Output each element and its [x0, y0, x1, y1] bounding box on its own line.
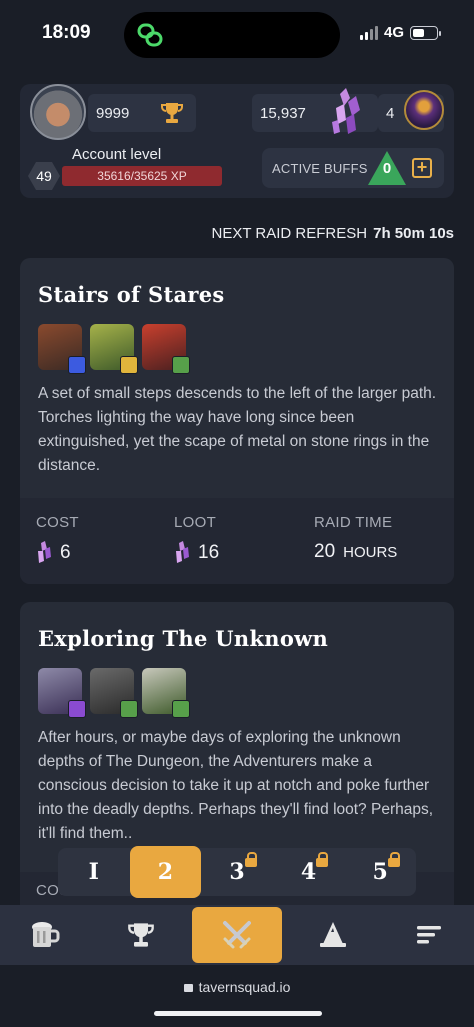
class-badge-icon [68, 356, 86, 374]
cost-value: 6 [60, 542, 71, 563]
network-type: 4G [383, 24, 404, 41]
gem-icon [38, 541, 51, 563]
class-badge-icon [68, 700, 86, 718]
raid-title: Stairs of Stares [38, 282, 225, 307]
raid-description: After hours, or maybe days of exploring … [38, 729, 434, 842]
account-level-label: Account level [72, 146, 162, 163]
nav-tavern[interactable] [0, 905, 90, 965]
raid-time-value: 20 [314, 541, 336, 562]
raid-pagination: I 2 3 4 5 [58, 846, 416, 898]
battery-icon [410, 25, 441, 40]
hero-list [38, 668, 190, 718]
page-number: 2 [157, 859, 174, 885]
beer-mug-icon [32, 922, 60, 947]
trophy-count: 9999 [96, 104, 130, 122]
avatar[interactable] [30, 84, 86, 140]
browser-url-bar: tavernsquad.io [0, 965, 474, 1027]
dynamic-island [124, 12, 340, 58]
hero-portrait [38, 668, 86, 718]
signal-icon [359, 25, 378, 40]
trophy-icon [161, 103, 183, 123]
url-field[interactable]: tavernsquad.io [0, 979, 474, 995]
home-indicator[interactable] [154, 1011, 322, 1016]
page-button-1[interactable]: I [58, 848, 130, 896]
level-number: 49 [36, 168, 52, 184]
raid-cost: COST 6 [36, 514, 79, 565]
page-button-2[interactable]: 2 [129, 846, 202, 898]
level-badge: 49 [28, 162, 60, 190]
url-text: tavernsquad.io [198, 979, 291, 995]
lock-icon [387, 852, 400, 867]
nav-leaderboard[interactable] [96, 905, 186, 965]
raid-loot: LOOT 16 [174, 514, 219, 565]
raid-time-label: RAID TIME [314, 514, 393, 531]
bottom-navigation [0, 905, 474, 965]
class-badge-icon [172, 700, 190, 718]
status-time: 18:09 [42, 22, 91, 43]
cost-label: COST [36, 514, 79, 531]
page-button-5[interactable]: 5 [344, 848, 416, 896]
active-buffs-label: ACTIVE BUFFS [272, 160, 368, 176]
player-header: 9999 15,937 4 Account level 49 35616/356… [20, 84, 454, 198]
orb-counter[interactable]: 4 [378, 90, 444, 132]
page-number: I [88, 859, 99, 885]
loot-value: 16 [198, 542, 220, 563]
trophy-counter[interactable]: 9999 [88, 94, 196, 132]
nav-heroes[interactable] [288, 905, 378, 965]
link-icon [137, 23, 163, 47]
active-buffs-count: 0 [382, 160, 392, 177]
wizard-hat-icon [320, 922, 346, 947]
hero-portrait [90, 668, 138, 718]
raid-time-unit: HOURS [343, 543, 398, 561]
gem-crystal-icon [332, 88, 360, 134]
class-badge-icon [172, 356, 190, 374]
raid-time: RAID TIME 20 HOURS [314, 514, 397, 563]
raid-stats: COST 6 LOOT 16 RAID TIME 20 HOURS [20, 498, 454, 584]
raid-title: Exploring The Unknown [38, 626, 329, 651]
lock-icon [244, 852, 257, 867]
hero-portrait [142, 324, 190, 374]
hero-portrait [90, 324, 138, 374]
orb-count: 4 [386, 104, 395, 122]
hero-portrait [38, 324, 86, 374]
magic-orb-icon [404, 90, 444, 130]
raid-refresh-timer: 7h 50m 10s [373, 225, 454, 242]
menu-icon [417, 926, 441, 944]
raid-refresh-label: NEXT RAID REFRESH [211, 225, 368, 242]
gem-icon [176, 541, 189, 563]
page-number: 4 [300, 859, 317, 885]
class-badge-icon [120, 700, 138, 718]
status-bar: 18:09 4G [0, 0, 474, 74]
nav-menu[interactable] [384, 905, 474, 965]
page-button-4[interactable]: 4 [273, 848, 345, 896]
raid-refresh: NEXT RAID REFRESH 7h 50m 10s [212, 225, 454, 242]
gem-count: 15,937 [260, 104, 306, 122]
raid-description: A set of small steps descends to the lef… [38, 385, 437, 474]
crossed-swords-icon [223, 921, 251, 949]
xp-bar: 35616/35625 XP [62, 166, 222, 186]
hero-list [38, 324, 190, 374]
battery-level [413, 28, 425, 37]
gem-counter[interactable]: 15,937 [252, 88, 378, 134]
hero-portrait [142, 668, 190, 718]
trophy-icon [128, 923, 154, 947]
lock-icon [183, 984, 193, 992]
raid-card[interactable]: Stairs of Stares A set of small steps de… [20, 258, 454, 584]
page-button-3[interactable]: 3 [201, 848, 273, 896]
active-buffs[interactable]: ACTIVE BUFFS 0 + [262, 148, 444, 188]
add-buff-button[interactable]: + [412, 158, 432, 178]
nav-raids[interactable] [192, 907, 282, 963]
class-badge-icon [120, 356, 138, 374]
page-number: 5 [372, 859, 388, 885]
loot-label: LOOT [174, 514, 217, 531]
xp-text: 35616/35625 XP [97, 169, 187, 183]
lock-icon [316, 852, 329, 867]
page-number: 3 [229, 859, 245, 885]
